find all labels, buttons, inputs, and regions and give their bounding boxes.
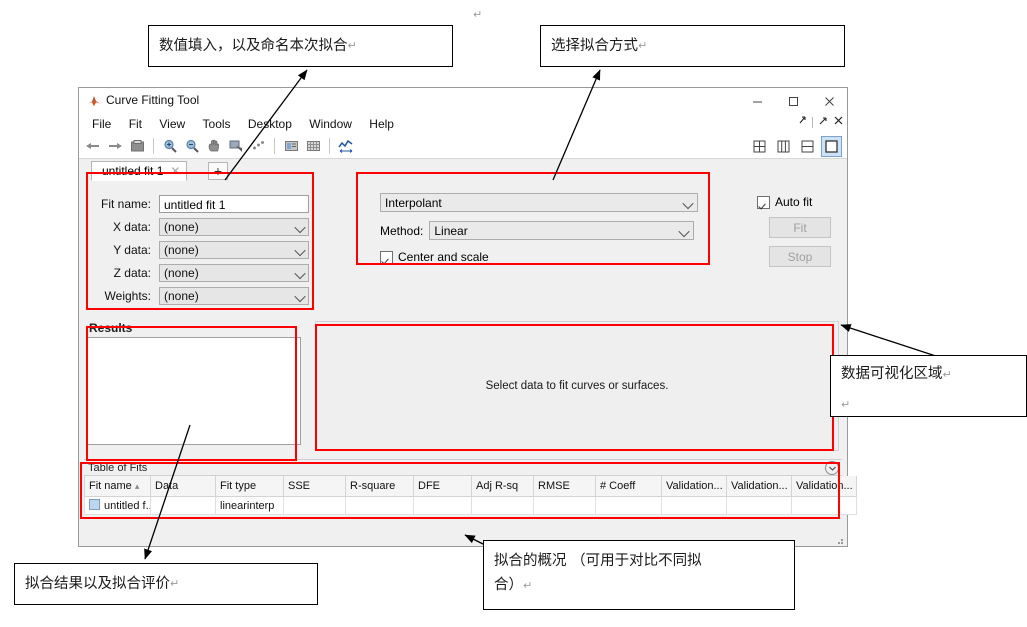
pilcrow-mark: ↵ <box>523 579 533 593</box>
annotation-text-line1: 拟合的概况 （可用于对比不同拟 <box>494 553 702 569</box>
fit-button[interactable]: Fit <box>769 217 831 238</box>
resize-grip[interactable] <box>834 534 844 544</box>
window-title-bar: Curve Fitting Tool <box>79 88 847 114</box>
highlight-fit-type <box>356 172 710 265</box>
dock-icon[interactable] <box>819 116 828 128</box>
pan-left-icon[interactable] <box>83 136 103 156</box>
menu-item-desktop[interactable]: Desktop <box>241 114 299 134</box>
menu-bar: File Fit View Tools Desktop Window Help <box>79 114 847 134</box>
layout-buttons <box>749 136 842 157</box>
undock-icon[interactable] <box>797 116 806 128</box>
pan-right-icon[interactable] <box>105 136 125 156</box>
annotation-fit-type: 选择拟合方式 ↵ <box>540 25 845 67</box>
highlight-results <box>86 326 297 461</box>
layout-grid-2x2-button[interactable] <box>749 136 770 157</box>
menu-item-fit[interactable]: Fit <box>122 114 149 134</box>
pilcrow-mark-2: ↵ <box>841 398 851 412</box>
toolbar-separator-3 <box>329 138 330 154</box>
hand-pan-icon[interactable] <box>204 136 224 156</box>
close-button[interactable] <box>811 88 847 114</box>
page-pilcrow-top: ↵ <box>473 9 483 21</box>
exclude-outliers-icon[interactable] <box>248 136 268 156</box>
highlight-table-of-fits <box>80 462 840 519</box>
annotation-text-line2: 合） <box>494 577 523 594</box>
pilcrow-mark: ↵ <box>638 39 648 53</box>
maximize-button[interactable] <box>775 88 811 114</box>
legend-icon[interactable] <box>281 136 301 156</box>
matlab-logo-icon <box>87 94 101 108</box>
pilcrow-mark: ↵ <box>170 577 180 591</box>
zoom-out-icon[interactable] <box>182 136 202 156</box>
annotation-text: 数据可视化区域 <box>841 366 943 382</box>
layout-columns-button[interactable] <box>773 136 794 157</box>
layout-single-button[interactable] <box>821 136 842 157</box>
panel-close-icon[interactable] <box>834 116 843 128</box>
annotation-fit-definition: 数值填入，以及命名本次拟合 ↵ <box>148 25 453 67</box>
annotation-results: 拟合结果以及拟合评价 ↵ <box>14 563 318 605</box>
menu-item-file[interactable]: File <box>85 114 118 134</box>
fit-controls-group: Auto fit Fit Stop <box>757 193 847 267</box>
data-cursor-icon[interactable] <box>226 136 246 156</box>
annotation-text: 数值填入，以及命名本次拟合 <box>159 37 348 54</box>
pilcrow-mark: ↵ <box>942 368 952 381</box>
zoom-in-icon[interactable] <box>160 136 180 156</box>
menu-item-help[interactable]: Help <box>362 114 401 134</box>
highlight-fit-definition <box>86 172 314 310</box>
axes-limits-icon[interactable] <box>336 136 356 156</box>
annotation-plot-area: 数据可视化区域↵ ↵ <box>830 355 1027 417</box>
auto-fit-row[interactable]: Auto fit <box>757 195 847 209</box>
annotation-table-of-fits: 拟合的概况 （可用于对比不同拟 合）↵ <box>483 540 795 610</box>
toolbar-separator-2 <box>274 138 275 154</box>
menu-item-window[interactable]: Window <box>302 114 359 134</box>
window-controls <box>739 88 847 114</box>
print-icon[interactable] <box>127 136 147 156</box>
minimize-button[interactable] <box>739 88 775 114</box>
menu-item-view[interactable]: View <box>152 114 192 134</box>
pilcrow-mark: ↵ <box>347 39 357 53</box>
toolbar-separator <box>153 138 154 154</box>
layout-rows-button[interactable] <box>797 136 818 157</box>
annotation-text: 拟合结果以及拟合评价 <box>25 575 170 592</box>
stop-button[interactable]: Stop <box>769 246 831 267</box>
annotation-text: 选择拟合方式 <box>551 37 638 54</box>
auto-fit-label: Auto fit <box>775 195 813 209</box>
toolbar <box>79 134 847 159</box>
auto-fit-checkbox[interactable] <box>757 195 770 209</box>
highlight-plot-area <box>315 324 834 451</box>
window-title: Curve Fitting Tool <box>106 93 200 107</box>
docking-controls <box>797 116 843 128</box>
menu-item-tools[interactable]: Tools <box>196 114 238 134</box>
grid-icon[interactable] <box>303 136 323 156</box>
menu-separator <box>812 116 813 128</box>
